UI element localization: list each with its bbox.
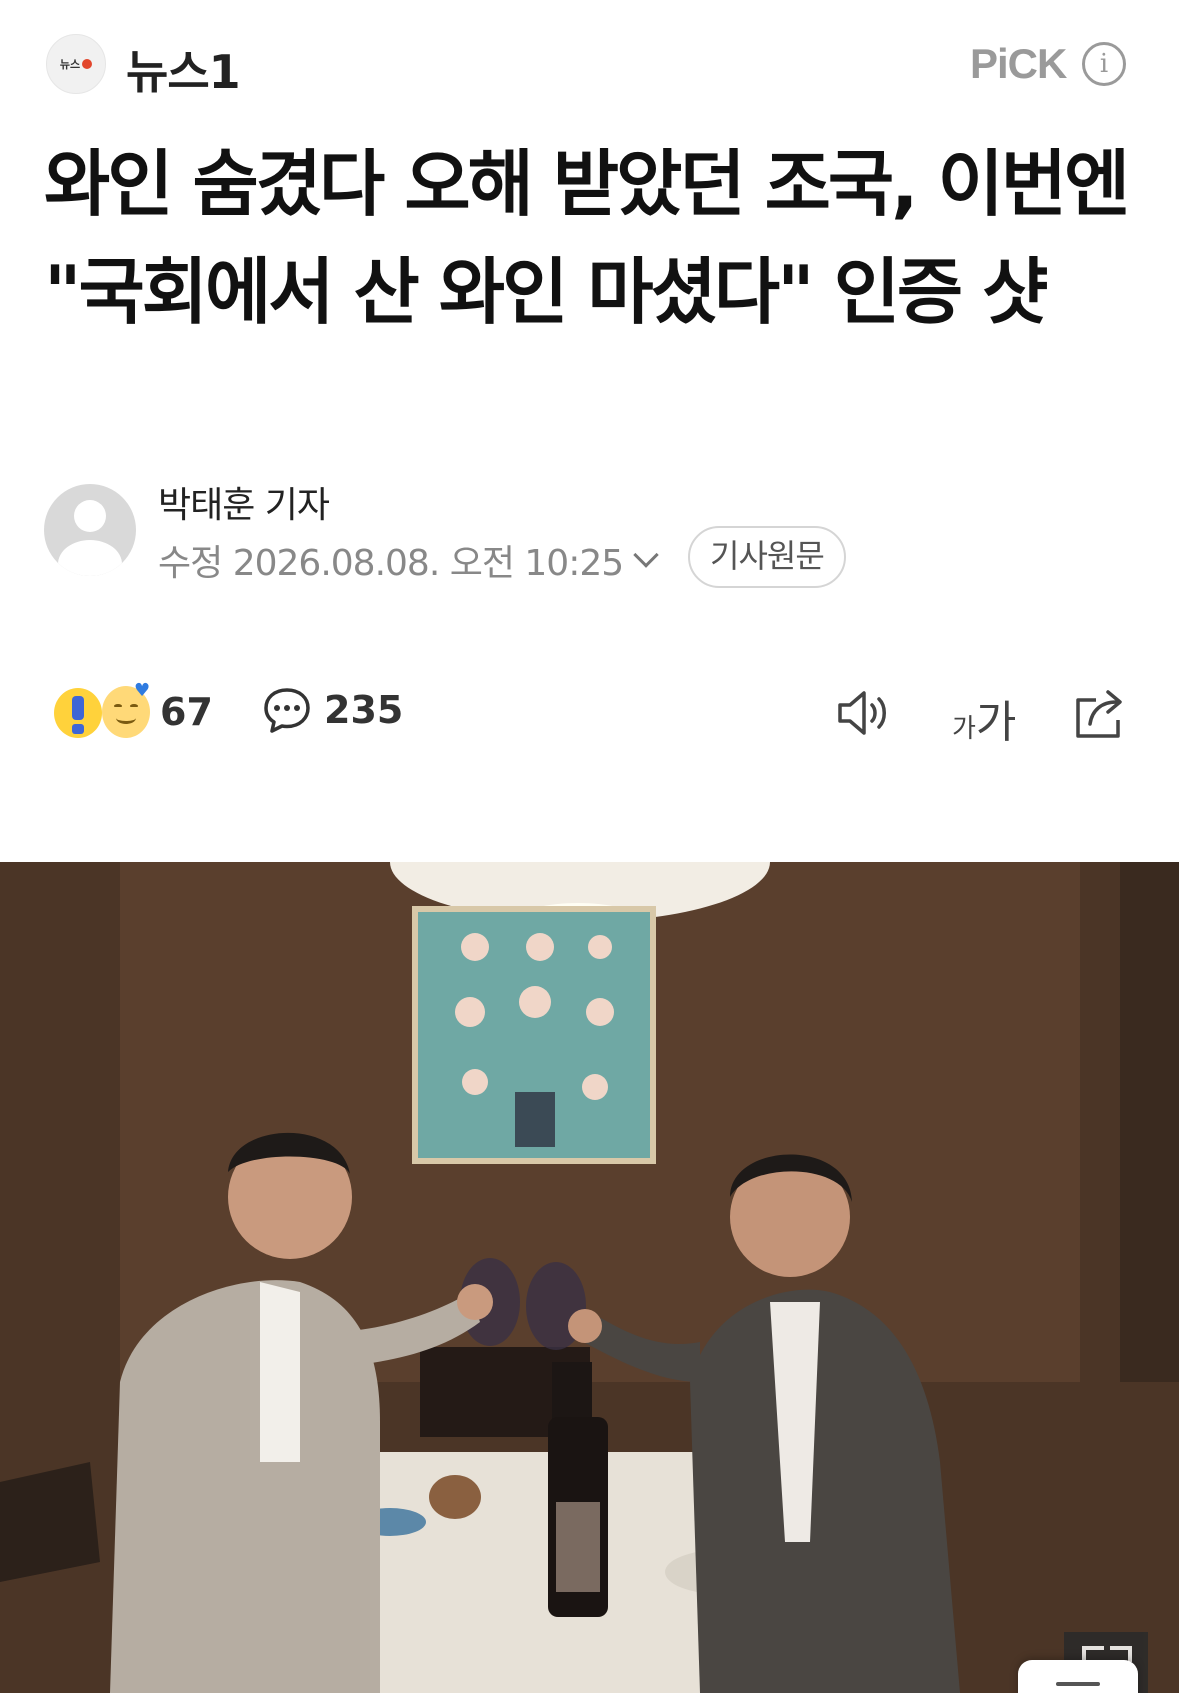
smile-emoji-icon: ♥ [102,680,150,738]
pick-label: PiCK [970,40,1067,87]
press-name[interactable]: 뉴스1 [126,36,241,102]
top-bar: 뉴스 뉴스1 PiCK i [0,0,1179,130]
press-logo-text: 뉴스 [59,58,81,71]
article-datetime: 2026.08.08. 오전 10:25 [232,543,624,584]
press-logo[interactable]: 뉴스 [46,34,106,94]
font-small-label: 가 [952,714,976,744]
floating-handle-button[interactable] [1018,1660,1138,1693]
article-title: 와인 숨겼다 오해 받았던 조국, 이번엔 "국회에서 산 와인 마셨다" 인증… [44,142,1130,334]
speaker-icon[interactable] [836,688,892,738]
chevron-down-icon[interactable] [633,542,659,568]
share-icon[interactable] [1070,686,1126,740]
reporter-avatar[interactable] [44,484,136,576]
article-photo[interactable] [0,862,1179,1693]
dateline[interactable]: 수정 2026.08.08. 오전 10:25 [158,534,659,586]
surprise-emoji-icon [54,688,102,738]
font-size-icon[interactable]: 가가 [952,686,1016,750]
reaction-emoji-icon[interactable]: ♥ [54,680,154,742]
info-circle-icon[interactable]: i [1082,42,1126,86]
reaction-count[interactable]: 67 [160,690,213,734]
edit-label: 수정 [158,543,223,584]
font-big-label: 가 [975,697,1017,748]
comment-count[interactable]: 235 [324,688,403,732]
comment-icon[interactable] [262,686,312,734]
original-article-button[interactable]: 기사원문 [688,526,846,588]
photo-illustration [0,862,1179,1693]
reporter-name[interactable]: 박태훈 기자 [158,476,330,528]
